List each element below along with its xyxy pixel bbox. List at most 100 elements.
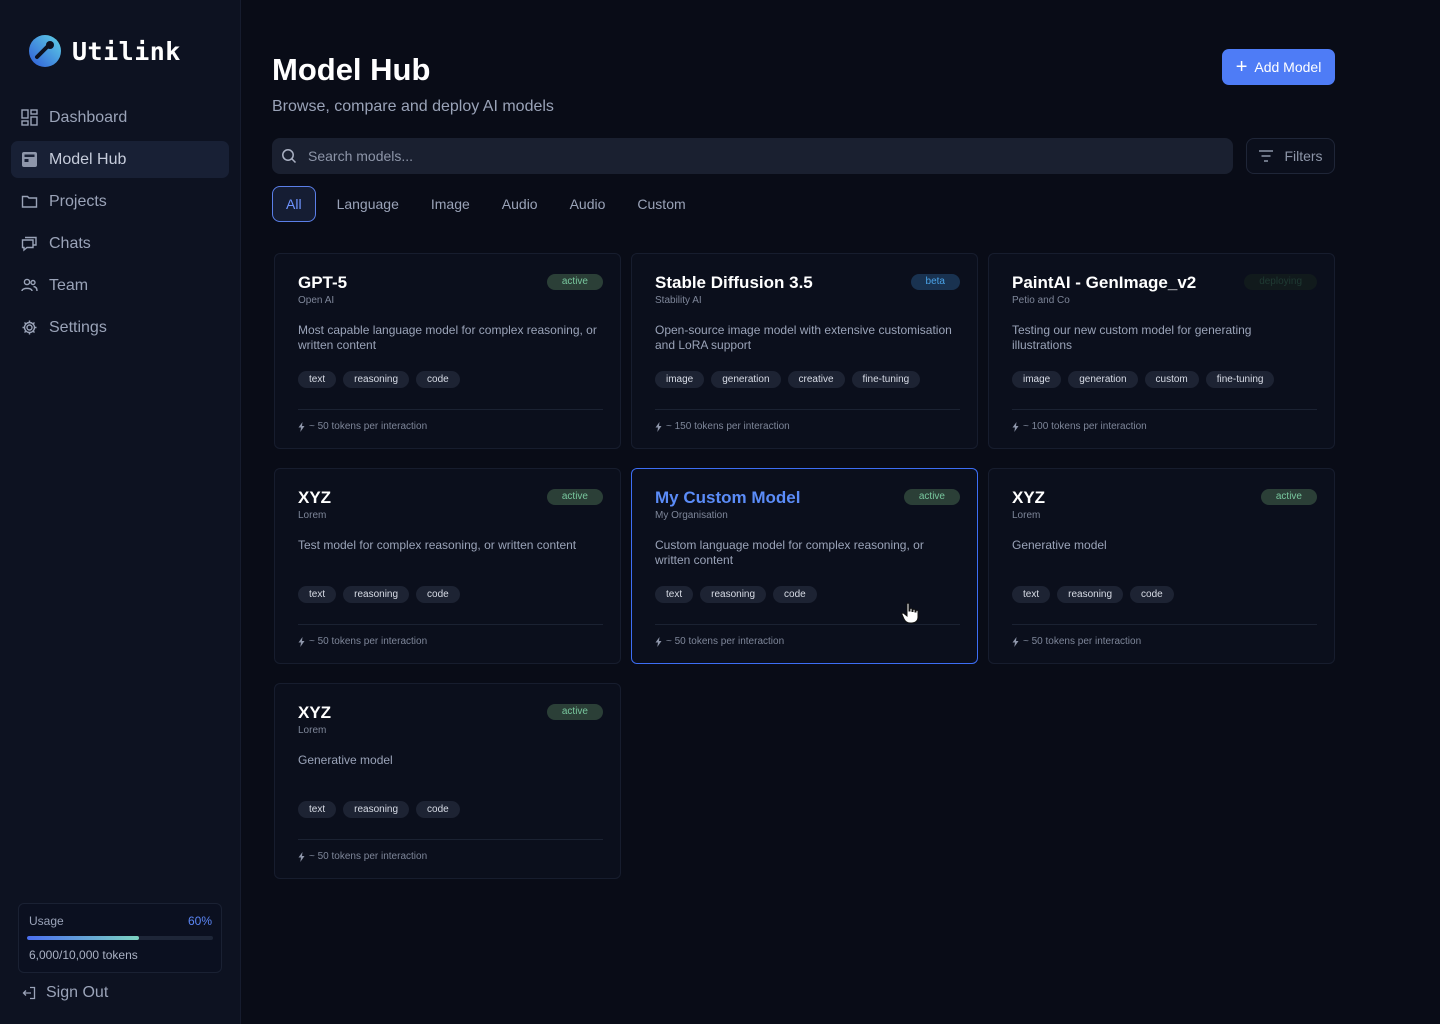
tab-audio[interactable]: Audio xyxy=(502,186,538,222)
tag-chip[interactable]: reasoning xyxy=(343,371,410,388)
model-org: Open AI xyxy=(298,295,335,306)
tag-chip[interactable]: code xyxy=(1130,586,1174,603)
sidebar-nav: Dashboard Model Hub Projects Chats Team … xyxy=(11,99,229,351)
token-usage: ~ 50 tokens per interaction xyxy=(298,421,427,432)
app-root: Utilink Dashboard Model Hub Projects Cha… xyxy=(0,0,1440,1024)
model-org: My Organisation xyxy=(655,510,728,521)
tag-chip[interactable]: custom xyxy=(1144,371,1199,388)
sidebar-item-label: Team xyxy=(49,276,89,294)
model-card[interactable]: Stable Diffusion 3.5 Stability AI beta O… xyxy=(631,253,978,449)
status-badge: active xyxy=(546,489,603,505)
model-tags: image generation custom fine-tuning xyxy=(1012,371,1275,388)
model-tags: text reasoning code xyxy=(1012,586,1174,603)
usage-progress-bar xyxy=(27,936,213,940)
model-name: GPT-5 xyxy=(298,273,348,292)
sidebar-item-dashboard[interactable]: Dashboard xyxy=(11,99,229,136)
card-divider xyxy=(298,624,603,625)
brand-logo[interactable]: Utilink xyxy=(28,34,181,68)
tab-all[interactable]: All xyxy=(272,186,316,222)
status-badge: active xyxy=(546,274,603,290)
sidebar-item-model-hub[interactable]: Model Hub xyxy=(11,141,229,178)
model-description: Testing our new custom model for generat… xyxy=(1012,323,1252,352)
sign-out-button[interactable]: Sign Out xyxy=(22,984,108,1002)
tag-chip[interactable]: text xyxy=(298,371,337,388)
card-divider xyxy=(655,624,960,625)
sidebar-item-settings[interactable]: Settings xyxy=(11,309,229,346)
sidebar-item-chats[interactable]: Chats xyxy=(11,225,229,262)
model-tags: text reasoning code xyxy=(298,586,460,603)
model-description: Generative model xyxy=(298,753,393,767)
add-model-button[interactable]: + Add Model xyxy=(1222,49,1335,85)
lightning-icon xyxy=(655,421,662,432)
tag-chip[interactable]: fine-tuning xyxy=(851,371,921,388)
chat-icon xyxy=(21,235,38,252)
page-subtitle: Browse, compare and deploy AI models xyxy=(272,98,554,115)
model-org: Lorem xyxy=(298,725,327,736)
tag-chip[interactable]: generation xyxy=(1068,371,1138,388)
lightning-icon xyxy=(655,636,662,647)
token-usage: ~ 100 tokens per interaction xyxy=(1012,421,1147,432)
sidebar-item-label: Dashboard xyxy=(49,108,128,126)
model-card[interactable]: XYZ Lorem active Test model for complex … xyxy=(274,468,621,664)
grid-icon xyxy=(21,109,38,126)
lightning-icon xyxy=(1012,421,1019,432)
tag-chip[interactable]: image xyxy=(1012,371,1062,388)
usage-percent: 60% xyxy=(187,914,212,928)
token-usage-label: ~ 150 tokens per interaction xyxy=(666,421,790,432)
tag-chip[interactable]: reasoning xyxy=(1057,586,1124,603)
team-icon xyxy=(21,277,38,294)
token-usage: ~ 50 tokens per interaction xyxy=(298,851,427,862)
tab-custom[interactable]: Custom xyxy=(637,186,685,222)
tag-chip[interactable]: code xyxy=(773,586,817,603)
model-hub-icon xyxy=(21,151,38,168)
tag-chip[interactable]: reasoning xyxy=(343,586,410,603)
sidebar-item-team[interactable]: Team xyxy=(11,267,229,304)
filters-button[interactable]: Filters xyxy=(1246,138,1335,174)
token-usage-label: ~ 50 tokens per interaction xyxy=(666,636,785,647)
tag-chip[interactable]: image xyxy=(655,371,705,388)
tag-chip[interactable]: generation xyxy=(711,371,781,388)
sidebar: Utilink Dashboard Model Hub Projects Cha… xyxy=(0,0,241,1024)
tab-audio-2[interactable]: Audio xyxy=(570,186,606,222)
model-org: Lorem xyxy=(1012,510,1041,521)
token-usage-label: ~ 50 tokens per interaction xyxy=(309,851,428,862)
search-icon xyxy=(282,149,297,164)
sidebar-item-projects[interactable]: Projects xyxy=(11,183,229,220)
lightning-icon xyxy=(298,421,305,432)
usage-tokens: 6,000/10,000 tokens xyxy=(29,948,138,962)
tab-image[interactable]: Image xyxy=(431,186,470,222)
model-card[interactable]: GPT-5 Open AI active Most capable langua… xyxy=(274,253,621,449)
model-card[interactable]: XYZ Lorem active Generative model text re… xyxy=(988,468,1335,664)
tag-chip[interactable]: text xyxy=(655,586,694,603)
model-card[interactable]: PaintAI - GenImage_v2 Petio and Co deplo… xyxy=(988,253,1335,449)
tag-chip[interactable]: code xyxy=(416,586,460,603)
token-usage: ~ 50 tokens per interaction xyxy=(1012,636,1141,647)
token-usage-label: ~ 50 tokens per interaction xyxy=(309,636,428,647)
model-card[interactable]: XYZ Lorem active Generative model text re… xyxy=(274,683,621,879)
card-divider xyxy=(1012,624,1317,625)
tag-chip[interactable]: reasoning xyxy=(700,586,767,603)
status-badge: deploying xyxy=(1244,274,1317,290)
tag-chip[interactable]: text xyxy=(298,586,337,603)
status-badge: active xyxy=(546,704,603,720)
search-input[interactable] xyxy=(308,138,1208,174)
folder-icon xyxy=(21,193,38,210)
tab-language[interactable]: Language xyxy=(337,186,399,222)
status-badge: active xyxy=(1260,489,1317,505)
tag-chip[interactable]: creative xyxy=(787,371,845,388)
filter-icon xyxy=(1259,150,1274,162)
add-model-label: Add Model xyxy=(1254,59,1322,75)
model-card-selected[interactable]: My Custom Model My Organisation active C… xyxy=(631,468,978,664)
tag-chip[interactable]: text xyxy=(298,801,337,818)
model-org: Lorem xyxy=(298,510,327,521)
tag-chip[interactable]: fine-tuning xyxy=(1205,371,1275,388)
model-description: Custom language model for complex reason… xyxy=(655,538,924,567)
usage-progress-fill xyxy=(27,936,139,940)
tag-chip[interactable]: code xyxy=(416,371,460,388)
model-tags: text reasoning code xyxy=(298,801,460,818)
tag-chip[interactable]: reasoning xyxy=(343,801,410,818)
model-tags: image generation creative fine-tuning xyxy=(655,371,921,388)
tag-chip[interactable]: text xyxy=(1012,586,1051,603)
model-tags: text reasoning code xyxy=(655,586,817,603)
tag-chip[interactable]: code xyxy=(416,801,460,818)
